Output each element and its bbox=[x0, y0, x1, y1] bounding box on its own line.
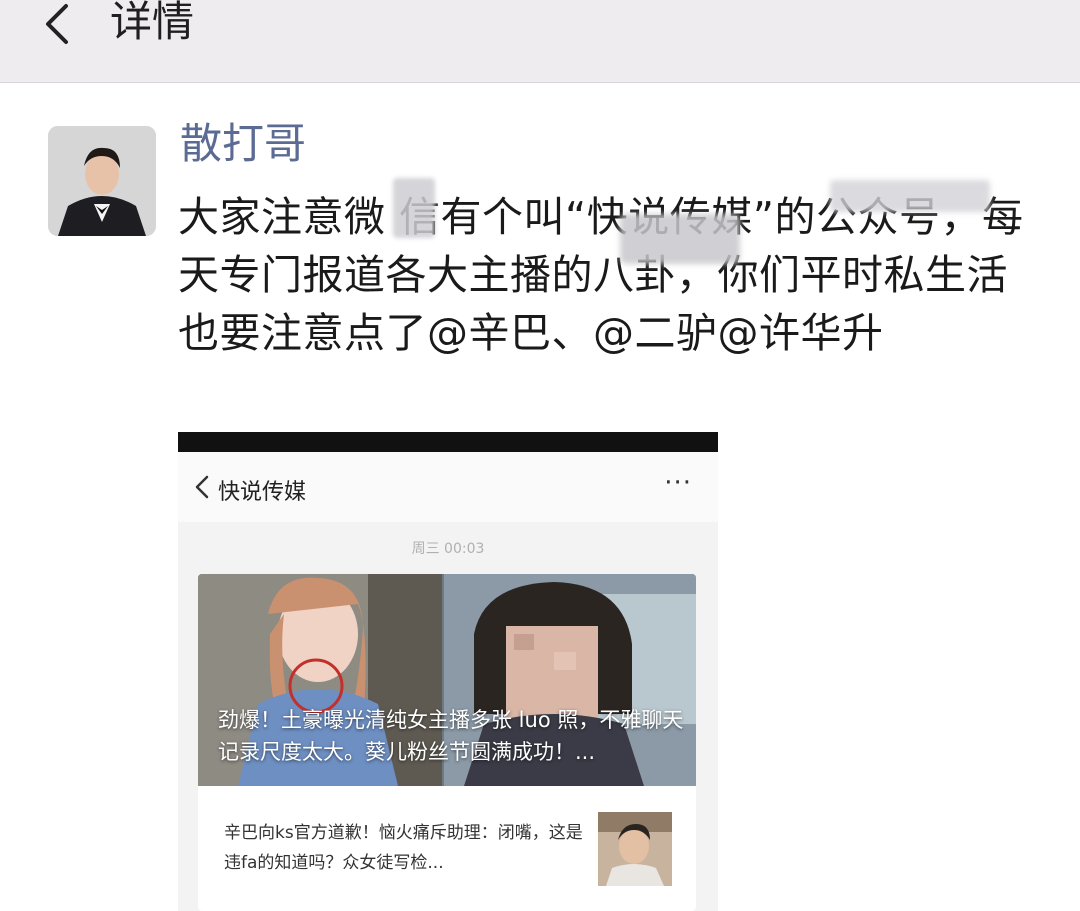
article-cover-image: 劲爆！土豪曝光清纯女主播多张 luo 照，不雅聊天记录尺度太大。葵儿粉丝节圆满成… bbox=[198, 574, 696, 786]
back-arrow-icon bbox=[194, 474, 210, 504]
article-card: 劲爆！土豪曝光清纯女主播多张 luo 照，不雅聊天记录尺度太大。葵儿粉丝节圆满成… bbox=[198, 574, 696, 911]
phone-status-bar bbox=[178, 432, 718, 452]
more-icon: ··· bbox=[664, 468, 692, 498]
account-title: 快说传媒 bbox=[218, 480, 307, 505]
page-title: 详情 bbox=[110, 0, 195, 46]
mosaic-blur bbox=[393, 178, 435, 238]
article-headline: 劲爆！土豪曝光清纯女主播多张 luo 照，不雅聊天记录尺度太大。葵儿粉丝节圆满成… bbox=[218, 708, 684, 764]
sub-article-thumbnail bbox=[598, 812, 672, 886]
top-nav-bar: 详情 bbox=[0, 0, 1080, 83]
avatar[interactable] bbox=[48, 126, 156, 236]
article-nav-bar: 快说传媒 ··· bbox=[178, 452, 718, 522]
back-arrow-icon[interactable] bbox=[38, 0, 78, 48]
author-name[interactable]: 散打哥 bbox=[180, 117, 306, 171]
sub-article-title: 辛巴向ks官方道歉！恼火痛斥助理：闭嘴，这是违fa的知道吗？众女徒写检... bbox=[224, 823, 583, 873]
message-timestamp: 周三 00:03 bbox=[411, 541, 485, 557]
list-item[interactable]: 辛巴向ks官方道歉！恼火痛斥助理：闭嘴，这是违fa的知道吗？众女徒写检... bbox=[198, 802, 696, 911]
mosaic-blur bbox=[620, 214, 740, 264]
post-image[interactable]: 快说传媒 ··· 周三 00:03 劲爆！土豪曝光清纯女主播多张 luo 照，不… bbox=[178, 432, 718, 911]
mosaic-blur bbox=[830, 180, 990, 212]
post-content: 大家注意微 信有个叫“快说传媒”的公众号，每天专门报道各大主播的八卦，你们平时私… bbox=[178, 193, 1024, 357]
